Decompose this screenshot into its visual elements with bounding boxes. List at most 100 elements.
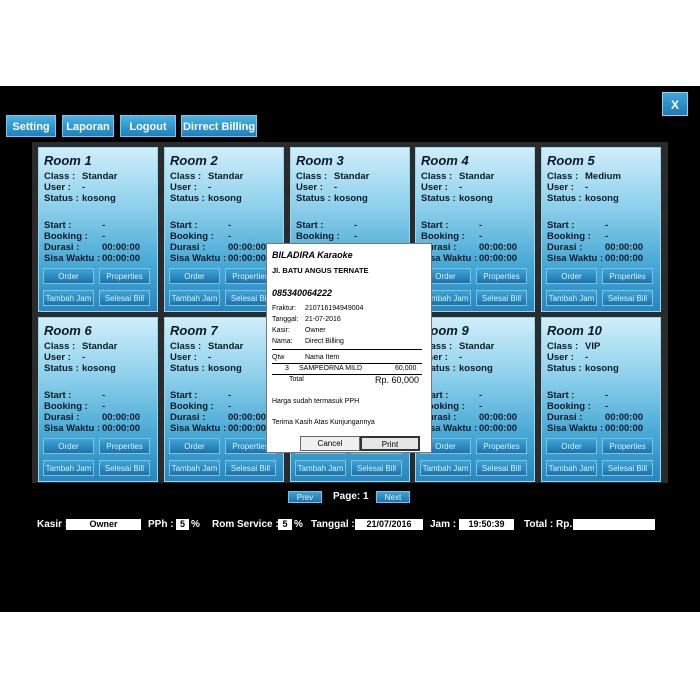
room-card[interactable]: Room 6 Class : Standar User : - Status : koson… xyxy=(38,317,158,482)
selesai-bill-button[interactable]: Selesai Bill xyxy=(99,290,150,306)
receipt-kasir-value: Owner xyxy=(305,327,326,334)
room-user-row: User :- xyxy=(170,182,211,193)
room-status-value: kosong xyxy=(208,193,242,204)
room-sisa-label: Sisa Waktu : xyxy=(44,423,101,434)
receipt-nama-label: Nama: xyxy=(272,338,293,345)
pph-field[interactable]: 5 xyxy=(176,519,189,530)
room-status-value: kosong xyxy=(208,363,242,374)
properties-button[interactable]: Properties xyxy=(476,438,527,454)
room-booking-value: - xyxy=(102,231,106,242)
selesai-bill-button[interactable]: Selesai Bill xyxy=(476,290,527,306)
room-class-value: Standar xyxy=(459,341,495,352)
room-start-row: Start : - xyxy=(170,220,231,231)
properties-button[interactable]: Properties xyxy=(602,438,653,454)
receipt-thanks: Terima Kasih Atas Kunjungannya xyxy=(272,419,375,426)
direct-billing-button[interactable]: Dirrect Billing xyxy=(181,115,257,137)
selesai-bill-button[interactable]: Selesai Bill xyxy=(476,460,527,476)
room-card[interactable]: Room 5 Class : Medium User : - Status : kosong… xyxy=(541,147,661,312)
rom-service-label: Rom Service : xyxy=(212,519,279,530)
room-user-label: User : xyxy=(170,182,197,193)
selesai-bill-button[interactable]: Selesai Bill xyxy=(225,460,276,476)
cancel-button[interactable]: Cancel xyxy=(300,436,360,451)
room-status-row: Status : kosong xyxy=(421,193,493,204)
tambah-jam-button[interactable]: Tambah Jam xyxy=(169,460,220,476)
order-button[interactable]: Order xyxy=(169,438,220,454)
properties-button[interactable]: Properties xyxy=(99,268,150,284)
room-status-value: kosong xyxy=(82,363,116,374)
room-status-value: kosong xyxy=(585,363,619,374)
kasir-field[interactable]: Owner xyxy=(66,519,141,530)
room-class-row: Class : Standar xyxy=(44,341,117,352)
order-button[interactable]: Order xyxy=(546,268,597,284)
room-card[interactable]: Room 10 Class : VIP User : - Status : kosong St… xyxy=(541,317,661,482)
tambah-jam-button[interactable]: Tambah Jam xyxy=(546,290,597,306)
logout-button[interactable]: Logout xyxy=(120,115,176,137)
room-class-label: Class : xyxy=(44,171,76,182)
pph-label: PPh : xyxy=(148,519,174,530)
room-title: Room 2 xyxy=(170,153,218,168)
jam-label: Jam : xyxy=(430,519,457,530)
properties-button[interactable]: Properties xyxy=(476,268,527,284)
room-card[interactable]: Room 1 Class : Standar User : - Status : koson… xyxy=(38,147,158,312)
room-start-label: Start : xyxy=(296,220,324,231)
prev-button[interactable]: Prev xyxy=(288,491,322,503)
room-booking-label: Booking : xyxy=(170,401,214,412)
laporan-button[interactable]: Laporan xyxy=(62,115,114,137)
setting-button[interactable]: Setting xyxy=(6,115,56,137)
tambah-jam-button[interactable]: Tambah Jam xyxy=(295,460,346,476)
room-booking-row: Booking : - xyxy=(170,401,231,412)
tambah-jam-button[interactable]: Tambah Jam xyxy=(546,460,597,476)
selesai-bill-button[interactable]: Selesai Bill xyxy=(602,460,653,476)
order-button[interactable]: Order xyxy=(43,438,94,454)
room-card[interactable]: Room 4 Class : Standar User : - Status : koson… xyxy=(415,147,535,312)
properties-button[interactable]: Properties xyxy=(99,438,150,454)
room-booking-label: Booking : xyxy=(170,231,214,242)
room-class-value: Standar xyxy=(208,341,244,352)
tambah-jam-button[interactable]: Tambah Jam xyxy=(43,290,94,306)
room-start-value: - xyxy=(605,220,609,231)
room-sisa-label: Sisa Waktu : xyxy=(547,423,604,434)
item-qty: 3 xyxy=(285,365,289,372)
room-card[interactable]: Room 9 Class : Standar User : - Status : koson… xyxy=(415,317,535,482)
room-start-row: Start : - xyxy=(296,220,357,231)
col-qty-header: Qtw xyxy=(272,354,285,361)
close-button[interactable]: X xyxy=(662,92,688,116)
selesai-bill-button[interactable]: Selesai Bill xyxy=(99,460,150,476)
print-button[interactable]: Print xyxy=(360,436,420,451)
jam-field[interactable]: 19:50:39 xyxy=(459,519,514,530)
room-user-value: - xyxy=(459,182,463,193)
order-button[interactable]: Order xyxy=(43,268,94,284)
room-user-value: - xyxy=(208,182,212,193)
room-durasi-label: Durasi : xyxy=(44,412,80,423)
order-button[interactable]: Order xyxy=(169,268,220,284)
rom-service-field[interactable]: 5 xyxy=(278,519,292,530)
room-user-row: User :- xyxy=(44,352,85,363)
receipt-note: Harga sudah termasuk PPH xyxy=(272,398,360,405)
room-booking-row: Booking : - xyxy=(44,401,105,412)
room-sisa-value: 00:00:00 xyxy=(228,253,267,264)
tambah-jam-button[interactable]: Tambah Jam xyxy=(43,460,94,476)
receipt-total-label: Total xyxy=(289,376,304,383)
room-user-label: User : xyxy=(547,182,574,193)
room-status-label: Status : xyxy=(44,193,79,204)
room-booking-value: - xyxy=(605,231,609,242)
room-sisa-value: 00:00:00 xyxy=(102,423,141,434)
tanggal-label: Tanggal : xyxy=(311,519,355,530)
room-title: Room 4 xyxy=(421,153,469,168)
next-button[interactable]: Next xyxy=(376,491,410,503)
order-button[interactable]: Order xyxy=(546,438,597,454)
total-field[interactable] xyxy=(573,519,655,530)
room-status-row: Status : kosong xyxy=(170,193,242,204)
tanggal-field[interactable]: 21/07/2016 xyxy=(355,519,423,530)
room-class-label: Class : xyxy=(170,171,202,182)
tambah-jam-button[interactable]: Tambah Jam xyxy=(420,460,471,476)
properties-button[interactable]: Properties xyxy=(602,268,653,284)
col-item-header: Nama Item xyxy=(305,354,340,361)
tambah-jam-button[interactable]: Tambah Jam xyxy=(169,290,220,306)
room-user-label: User : xyxy=(170,352,197,363)
selesai-bill-button[interactable]: Selesai Bill xyxy=(351,460,402,476)
room-user-row: User :- xyxy=(296,182,337,193)
receipt-title: BILADIRA Karaoke xyxy=(272,250,353,260)
receipt-nama-value: Direct Billing xyxy=(305,338,344,345)
selesai-bill-button[interactable]: Selesai Bill xyxy=(602,290,653,306)
